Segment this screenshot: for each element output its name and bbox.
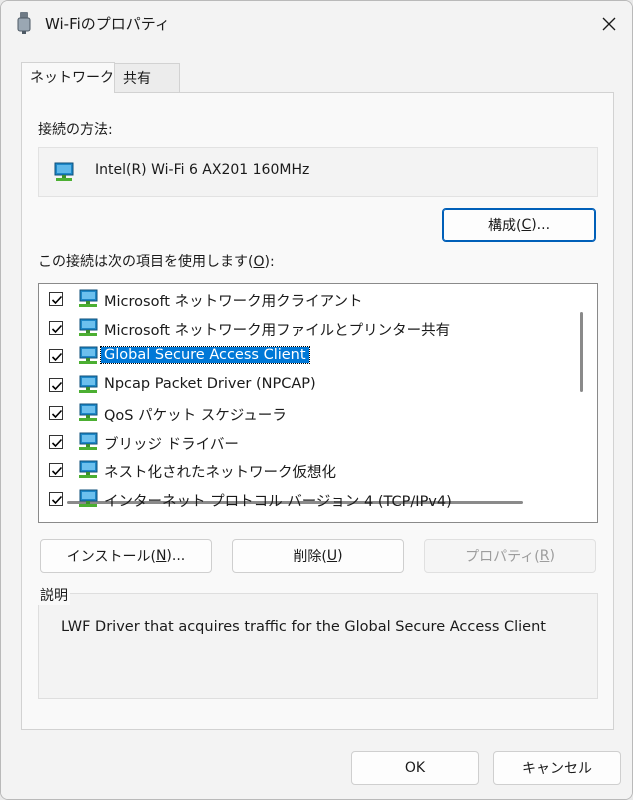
list-item-label: インターネット プロトコル バージョン 4 (TCP/IPv4) — [104, 493, 452, 510]
checkmark-icon — [51, 352, 63, 362]
network-component-icon — [79, 289, 98, 307]
item-checkbox[interactable] — [49, 491, 63, 506]
network-adapter-icon — [54, 162, 74, 181]
checkmark-icon — [51, 381, 63, 390]
list-item-label: Microsoft ネットワーク用クライアント — [104, 294, 363, 310]
configure-button[interactable]: 構成(C)... — [442, 208, 596, 242]
network-component-icon — [79, 432, 98, 450]
vertical-scrollbar[interactable] — [580, 312, 583, 392]
description-group: LWF Driver that acquires traffic for the… — [38, 593, 598, 699]
tab-network-label: ネットワーク — [30, 70, 114, 86]
list-item-label: ネスト化されたネットワーク仮想化 — [104, 465, 336, 481]
description-title: 説明 — [38, 585, 70, 605]
close-button[interactable] — [586, 1, 632, 47]
network-component-icon — [79, 318, 98, 336]
list-item-label: QoS パケット スケジューラ — [104, 408, 287, 424]
network-adapter-icon — [17, 12, 31, 34]
item-checkbox[interactable] — [49, 320, 63, 335]
properties-button[interactable]: プロパティ(R) — [424, 539, 596, 573]
list-item[interactable]: Global Secure Access Client — [39, 343, 569, 369]
list-item-label: Microsoft ネットワーク用ファイルとプリンター共有 — [104, 322, 451, 339]
network-component-icon — [79, 489, 98, 507]
tab-sharing[interactable]: 共有 — [114, 63, 180, 93]
list-item[interactable]: Microsoft ネットワーク用ファイルとプリンター共有 — [39, 315, 569, 341]
tab-network[interactable]: ネットワーク — [21, 62, 115, 93]
dialog-footer: OK キャンセル — [1, 730, 632, 799]
cancel-button[interactable]: キャンセル — [493, 751, 621, 785]
item-checkbox[interactable] — [49, 463, 63, 477]
list-item-label: ブリッジ ドライバー — [104, 436, 239, 453]
network-component-icon — [79, 375, 98, 393]
network-component-icon — [79, 403, 98, 421]
network-component-icon — [79, 346, 98, 364]
checkmark-icon — [51, 438, 63, 447]
item-checkbox[interactable] — [49, 377, 63, 392]
list-item[interactable]: ブリッジ ドライバー — [39, 429, 569, 455]
adapter-box: Intel(R) Wi-Fi 6 AX201 160MHz — [38, 147, 598, 197]
uninstall-button[interactable]: 削除(U) — [232, 539, 404, 573]
checkmark-icon — [51, 295, 63, 305]
tab-sharing-label: 共有 — [123, 71, 151, 87]
network-tab-panel: 接続の方法: Intel(R) Wi-Fi 6 AX201 160MHz 構成(… — [21, 92, 614, 730]
description-text: LWF Driver that acquires traffic for the… — [61, 619, 546, 635]
close-icon — [602, 17, 616, 31]
adapter-name: Intel(R) Wi-Fi 6 AX201 160MHz — [95, 162, 310, 178]
window-title: Wi-Fiのプロパティ — [45, 15, 170, 33]
connect-using-label: 接続の方法: — [38, 122, 113, 138]
item-checkbox[interactable] — [49, 406, 63, 420]
item-checkbox[interactable] — [49, 292, 63, 306]
list-item-label: Npcap Packet Driver (NPCAP) — [104, 375, 316, 392]
list-item[interactable]: QoS パケット スケジューラ — [39, 400, 569, 426]
list-item[interactable]: ネスト化されたネットワーク仮想化 — [39, 457, 569, 483]
ok-button[interactable]: OK — [351, 751, 479, 785]
checkmark-icon — [51, 324, 63, 333]
list-item[interactable]: Npcap Packet Driver (NPCAP) — [39, 372, 569, 398]
components-label: この接続は次の項目を使用します(O): — [38, 254, 275, 270]
item-checkbox[interactable] — [49, 349, 63, 363]
checkmark-icon — [51, 409, 63, 419]
checkmark-icon — [51, 466, 63, 476]
components-list[interactable]: Microsoft ネットワーク用クライアント Microsoft ネットワーク用… — [38, 283, 598, 523]
list-item[interactable]: Microsoft ネットワーク用クライアント — [39, 286, 569, 312]
list-item[interactable]: インターネット プロトコル バージョン 4 (TCP/IPv4) — [39, 486, 569, 512]
install-button[interactable]: インストール(N)... — [40, 539, 212, 573]
item-checkbox[interactable] — [49, 434, 63, 449]
network-component-icon — [79, 460, 98, 478]
checkmark-icon — [51, 495, 63, 504]
list-item-label: Global Secure Access Client — [100, 346, 310, 364]
properties-dialog: Wi-Fiのプロパティ ネットワーク 共有 接続の方法: Intel(R) Wi… — [0, 0, 633, 800]
title-bar[interactable]: Wi-Fiのプロパティ — [1, 1, 632, 47]
